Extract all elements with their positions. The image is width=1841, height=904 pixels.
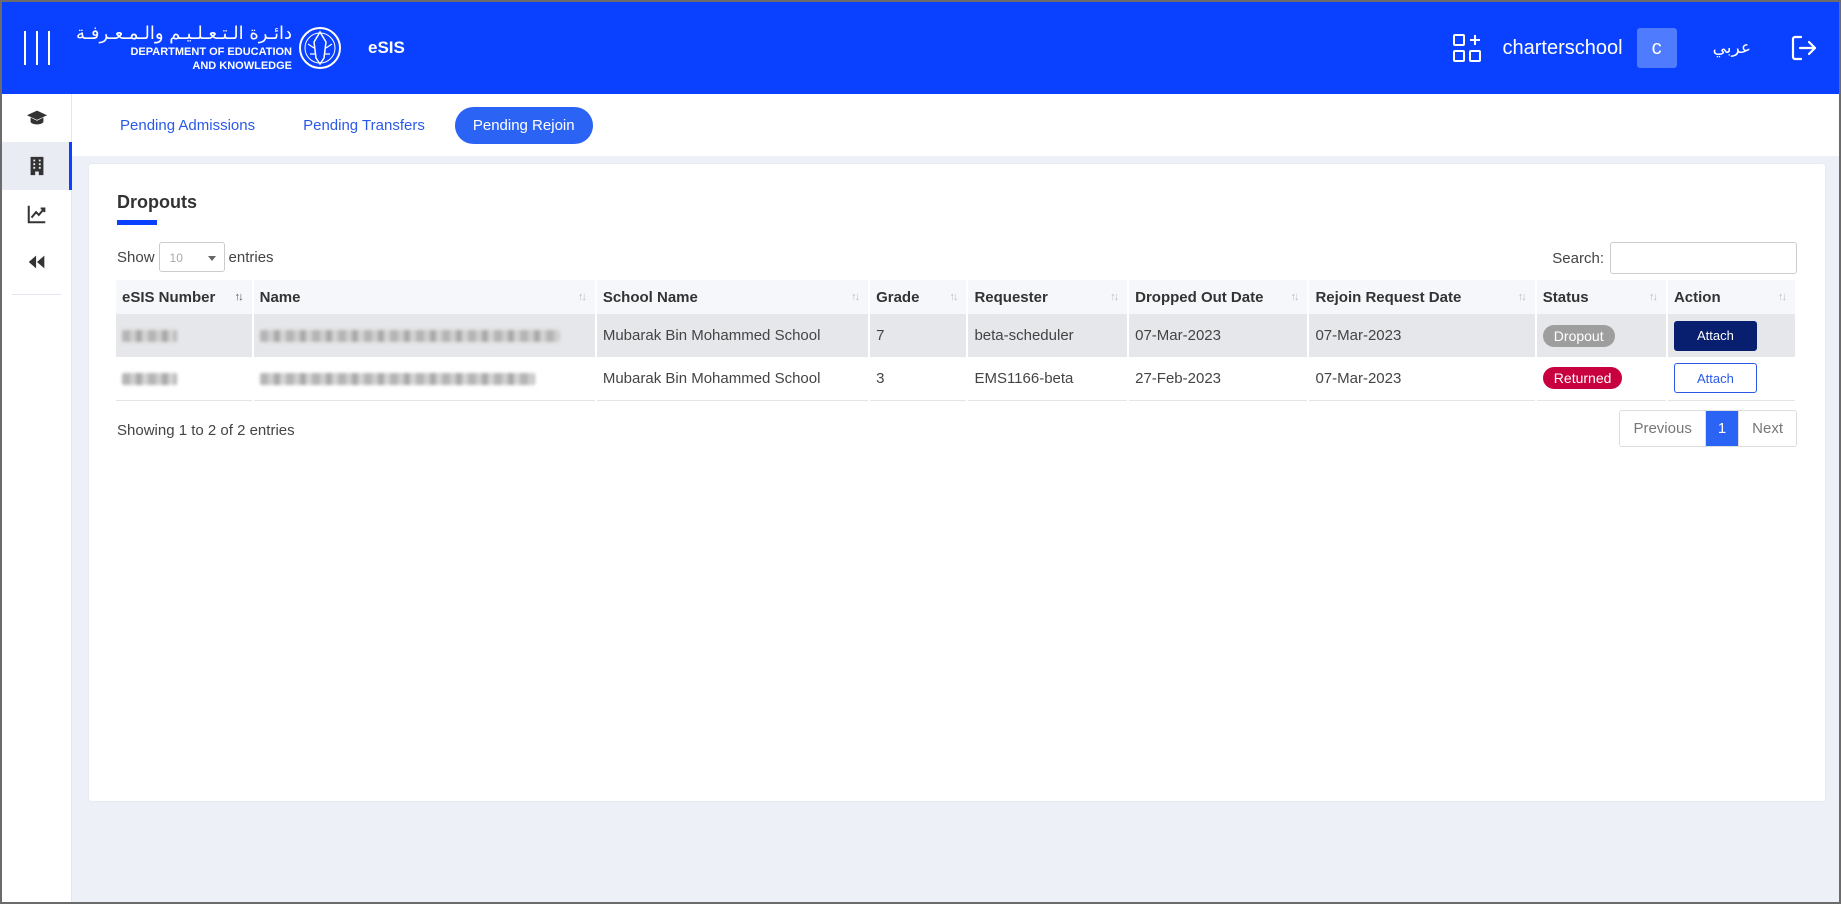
title-underline: [117, 220, 157, 225]
next-page-button[interactable]: Next: [1738, 411, 1796, 446]
cell-dropped-out-date: 27-Feb-2023: [1128, 357, 1310, 401]
cell-requester: EMS1166-beta: [967, 357, 1130, 401]
logo-english-line1: DEPARTMENT OF EDUCATION: [130, 46, 292, 58]
pagination: Previous 1 Next: [1619, 410, 1797, 447]
cell-grade: 7: [869, 314, 969, 357]
app-window: دائـرة الـتـعـلـيـم والـمـعـرفـة DEPARTM…: [0, 0, 1841, 904]
cell-action: Attach: [1666, 357, 1798, 401]
column-header-rejoin-request-date[interactable]: Rejoin Request Date ↑↓: [1308, 280, 1537, 314]
falcon-crest-icon: [299, 27, 341, 69]
cell-grade: 3: [869, 357, 969, 401]
graduation-cap-icon: [26, 110, 47, 125]
redacted-student-name: [259, 372, 535, 385]
search-input[interactable]: [1610, 242, 1797, 274]
menu-bar-icon: [24, 31, 26, 65]
sidebar-divider: [12, 294, 61, 295]
column-header-action[interactable]: Action ↑↓: [1666, 280, 1798, 314]
redacted-student-name: [259, 330, 560, 343]
cell-name: [252, 314, 597, 357]
department-logo[interactable]: دائـرة الـتـعـلـيـم والـمـعـرفـة DEPARTM…: [76, 18, 342, 78]
column-header-grade[interactable]: Grade ↑↓: [869, 280, 969, 314]
sidebar-item-collapse[interactable]: [2, 238, 71, 286]
table-info-text: Showing 1 to 2 of 2 entries: [117, 422, 295, 439]
status-badge: Dropout: [1542, 324, 1615, 347]
sidebar-item-schools[interactable]: [2, 142, 72, 190]
menu-bar-icon: [36, 31, 38, 65]
tab-pending-admissions[interactable]: Pending Admissions: [102, 107, 273, 144]
cell-esis-number: [116, 357, 254, 401]
cell-rejoin-request-date: 07-Mar-2023: [1308, 314, 1537, 357]
cell-status: Returned: [1535, 357, 1668, 401]
cell-status: Dropout: [1535, 314, 1668, 357]
cell-name: [252, 357, 597, 401]
column-header-dropped-out-date[interactable]: Dropped Out Date ↑↓: [1128, 280, 1310, 314]
cell-action: Attach: [1666, 314, 1798, 357]
logout-icon[interactable]: [1789, 33, 1819, 63]
tab-pending-rejoin[interactable]: Pending Rejoin: [454, 106, 593, 144]
column-header-requester[interactable]: Requester ↑↓: [967, 280, 1130, 314]
column-header-name[interactable]: Name ↑↓: [252, 280, 597, 314]
search-control: Search:: [1552, 242, 1797, 274]
cell-school-name: Mubarak Bin Mohammed School: [595, 357, 871, 401]
attach-button[interactable]: Attach: [1673, 363, 1757, 394]
table-row[interactable]: Mubarak Bin Mohammed School 7 beta-sched…: [116, 314, 1798, 357]
sidebar-item-reports[interactable]: [2, 190, 71, 238]
top-header: دائـرة الـتـعـلـيـم والـمـعـرفـة DEPARTM…: [2, 2, 1839, 94]
dropouts-table: eSIS Number ↑↓ Name ↑↓ School Name ↑↓ Grade…: [116, 280, 1798, 401]
redacted-esis-number: [122, 330, 177, 343]
search-label: Search:: [1552, 249, 1604, 267]
menu-toggle-button[interactable]: [2, 2, 72, 94]
column-header-esis-number[interactable]: eSIS Number ↑↓: [116, 280, 254, 314]
sort-icon: ↑↓: [851, 291, 860, 303]
dropouts-card: Dropouts Show 10 entries Search: eSIS Nu…: [89, 164, 1825, 801]
logo-arabic-text: دائـرة الـتـعـلـيـم والـمـعـرفـة: [76, 23, 292, 44]
show-label: Show: [117, 248, 155, 266]
attach-button[interactable]: Attach: [1673, 320, 1757, 351]
redacted-esis-number: [122, 372, 177, 385]
sort-icon: ↑↓: [577, 291, 587, 303]
table-row[interactable]: Mubarak Bin Mohammed School 3 EMS1166-be…: [116, 357, 1798, 401]
rewind-icon: [28, 255, 44, 269]
chart-line-icon: [27, 205, 45, 224]
sort-icon: ↑↓: [1110, 291, 1119, 303]
username[interactable]: charterschool: [1503, 37, 1623, 60]
show-entries-control: Show 10 entries: [117, 242, 274, 272]
sort-icon: ↑↓: [1517, 291, 1527, 303]
cell-school-name: Mubarak Bin Mohammed School: [595, 314, 871, 357]
cell-dropped-out-date: 07-Mar-2023: [1128, 314, 1310, 357]
cell-esis-number: [116, 314, 254, 357]
sidebar-item-students[interactable]: [2, 94, 71, 142]
page-number-button[interactable]: 1: [1704, 411, 1739, 446]
building-icon: [30, 156, 43, 176]
menu-bar-icon: [48, 31, 50, 65]
tabs-bar: Pending Admissions Pending Transfers Pen…: [72, 94, 1839, 156]
sort-icon: ↑↓: [1648, 291, 1658, 303]
user-avatar[interactable]: c: [1636, 28, 1677, 68]
cell-rejoin-request-date: 07-Mar-2023: [1308, 357, 1537, 401]
page-size-select[interactable]: 10: [158, 242, 225, 272]
app-name: eSIS: [368, 38, 405, 57]
sort-icon: ↑↓: [949, 291, 958, 303]
language-toggle-link[interactable]: عربي: [1713, 38, 1751, 58]
sort-icon: ↑↓: [1778, 291, 1787, 303]
sort-icon: ↑↓: [1290, 291, 1299, 303]
status-badge: Returned: [1542, 367, 1623, 390]
cell-requester: beta-scheduler: [967, 314, 1130, 357]
column-header-status[interactable]: Status ↑↓: [1535, 280, 1668, 314]
logo-english-line2: AND KNOWLEDGE: [192, 60, 292, 72]
sort-asc-icon: ↑↓: [234, 291, 244, 303]
apps-grid-plus-icon[interactable]: [1451, 32, 1483, 64]
column-header-school-name[interactable]: School Name ↑↓: [595, 280, 871, 314]
tab-pending-transfers[interactable]: Pending Transfers: [285, 107, 443, 144]
card-title: Dropouts: [117, 192, 197, 212]
left-sidebar: [2, 94, 72, 902]
previous-page-button[interactable]: Previous: [1620, 411, 1705, 446]
table-header-row: eSIS Number ↑↓ Name ↑↓ School Name ↑↓ Grade…: [116, 280, 1798, 314]
entries-label: entries: [228, 248, 274, 266]
